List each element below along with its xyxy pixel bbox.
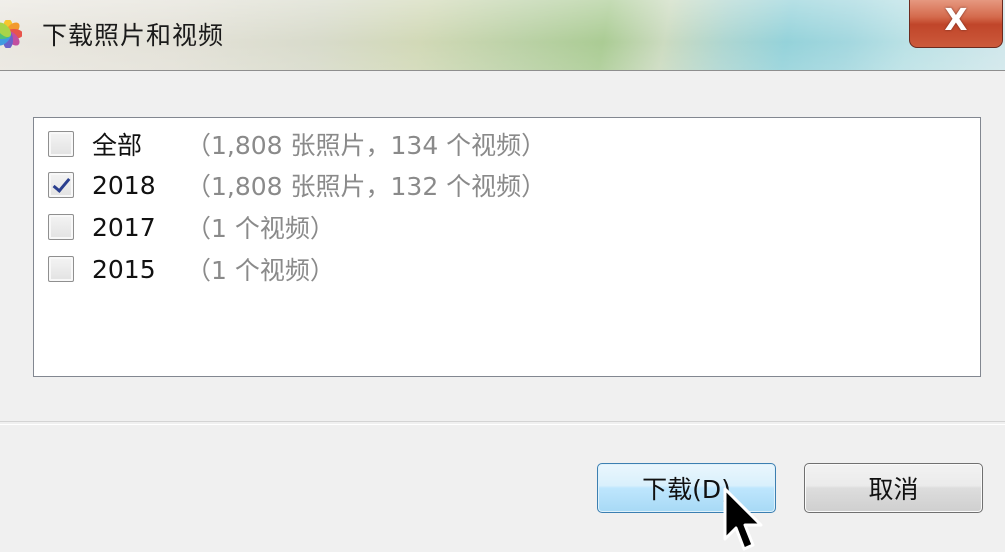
item-detail: （1,808 张照片，134 个视频） [186,131,547,160]
item-label: 2017 [92,212,156,242]
year-list[interactable]: 全部 （1,808 张照片，134 个视频） 2018 （1,808 张照片，1… [33,117,981,377]
title-bar: 下载照片和视频 X [0,0,1005,71]
item-detail: （1 个视频） [186,214,335,243]
window-title: 下载照片和视频 [42,21,225,50]
close-icon: X [944,3,968,38]
photos-flower-icon [0,20,22,48]
checkbox-all[interactable] [48,131,74,157]
separator [0,421,1005,425]
list-item[interactable]: 全部 （1,808 张照片，134 个视频） [48,126,546,162]
close-button[interactable]: X [909,0,1003,48]
list-item[interactable]: 2018 （1,808 张照片，132 个视频） [48,167,546,203]
download-dialog: 下载照片和视频 X 全部 （1,808 张照片，134 个视频） 2018 （1… [0,0,1005,552]
list-item[interactable]: 2017 （1 个视频） [48,209,335,245]
item-detail: （1 个视频） [186,256,335,285]
checkbox-2015[interactable] [48,256,74,282]
cancel-button[interactable]: 取消 [804,463,983,513]
item-label: 全部 [92,131,143,160]
list-item[interactable]: 2015 （1 个视频） [48,251,335,287]
item-label: 2018 [92,170,156,200]
checkbox-2018[interactable] [48,172,74,198]
item-label: 2015 [92,254,156,284]
download-button[interactable]: 下载(D) [597,463,776,513]
checkbox-2017[interactable] [48,214,74,240]
item-detail: （1,808 张照片，132 个视频） [186,172,547,201]
